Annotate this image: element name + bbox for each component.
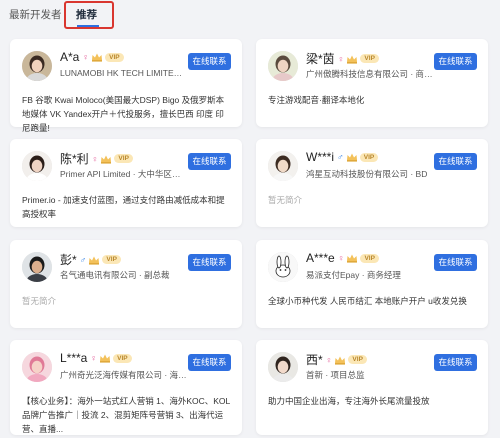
developer-intro: 暂无简介 <box>268 195 303 205</box>
avatar-image <box>22 51 52 81</box>
avatar[interactable] <box>22 151 52 181</box>
developer-card[interactable]: L***a ♀ VIP 广州奇光泛海传媒有限公司 · 海外... 在线联系 【核… <box>10 340 242 435</box>
crown-icon <box>101 155 112 164</box>
vip-badge: VIP <box>359 152 379 162</box>
developer-name: A***e <box>306 251 335 265</box>
avatar[interactable] <box>268 151 298 181</box>
avatar[interactable] <box>22 352 52 382</box>
contact-online-button[interactable]: 在线联系 <box>434 254 477 271</box>
developer-intro: 助力中国企业出海，专注海外长尾流量投放 <box>268 396 430 406</box>
developer-intro: 全球小币种代发 人民币结汇 本地账户开户 u收发兑换 <box>268 296 467 306</box>
developer-intro: Primer.io - 加速支付蓝图，通过支付路由减低成本和提高授权率 <box>22 195 225 219</box>
developer-card[interactable]: 陈*利 ♀ VIP Primer API Limited · 大中华区市场...… <box>10 139 242 227</box>
female-gender-icon: ♀ <box>82 52 90 62</box>
crown-icon <box>100 354 111 363</box>
name-row: 彭* ♂ VIP <box>60 251 121 268</box>
developer-name: 彭* <box>60 253 77 267</box>
company-title: 广州傲腾科技信息有限公司 · 商务... <box>306 69 434 79</box>
contact-online-button[interactable]: 在线联系 <box>188 153 231 170</box>
developer-name: L***a <box>60 351 88 365</box>
avatar-image <box>268 151 298 181</box>
avatar-image <box>268 51 298 81</box>
vip-badge: VIP <box>348 355 367 364</box>
developer-card[interactable]: 梁*茵 ♀ VIP 广州傲腾科技信息有限公司 · 商务... 在线联系 专注游戏… <box>256 39 488 127</box>
tab-latest-developers[interactable]: 最新开发者 <box>9 7 62 22</box>
developer-name: A*a <box>60 50 80 64</box>
avatar[interactable] <box>22 252 52 282</box>
avatar-image <box>22 252 52 282</box>
developer-name: 陈*利 <box>60 152 89 166</box>
developer-name: 梁*茵 <box>306 52 335 66</box>
vip-badge: VIP <box>113 353 132 363</box>
avatar[interactable] <box>268 352 298 382</box>
avatar[interactable] <box>22 51 52 81</box>
developer-intro: 专注游戏配音·翻译本地化 <box>268 95 365 105</box>
developer-card[interactable]: 彭* ♂ VIP 名气通电讯有限公司 · 副总裁 在线联系 暂无简介 <box>10 240 242 328</box>
name-row: L***a ♀ VIP <box>60 351 132 365</box>
company-title: Primer API Limited · 大中华区市场... <box>60 169 188 179</box>
crown-icon <box>346 153 357 162</box>
name-row: W***i ♂ VIP <box>306 150 379 164</box>
company-title: LUNAMOBI HK TECH LIMITED · ... <box>60 68 188 78</box>
female-gender-icon: ♀ <box>91 153 99 164</box>
company-title: 鸿星互动科技股份有限公司 · BD <box>306 169 428 179</box>
crown-icon <box>335 356 346 365</box>
company-title: 易派支付Epay · 商务经理 <box>306 270 401 280</box>
avatar[interactable] <box>268 252 298 282</box>
vip-badge: VIP <box>105 52 124 62</box>
male-gender-icon: ♂ <box>79 254 87 265</box>
contact-online-button[interactable]: 在线联系 <box>434 354 477 371</box>
avatar[interactable] <box>268 51 298 81</box>
tab-bar: 最新开发者 推荐 <box>0 0 500 34</box>
developer-name: W***i <box>306 150 335 164</box>
company-title: 首新 · 项目总监 <box>306 370 365 380</box>
vip-badge: VIP <box>360 253 379 263</box>
male-gender-icon: ♂ <box>337 152 344 162</box>
contact-online-button[interactable]: 在线联系 <box>188 53 231 70</box>
developer-name: 西* <box>306 353 323 367</box>
developer-intro: FB 谷歌 Kwai Moloco(美国最大DSP) Bigo 及俄罗斯本地媒体… <box>22 95 225 133</box>
avatar-image <box>22 352 52 382</box>
avatar-image <box>268 352 298 382</box>
name-row: A*a ♀ VIP <box>60 50 124 64</box>
vip-badge: VIP <box>360 54 379 63</box>
highlight-box <box>64 1 114 29</box>
company-title: 广州奇光泛海传媒有限公司 · 海外... <box>60 370 188 380</box>
female-gender-icon: ♀ <box>325 354 333 365</box>
female-gender-icon: ♀ <box>337 53 345 64</box>
crown-icon <box>347 55 358 64</box>
vip-badge: VIP <box>114 154 133 163</box>
name-row: A***e ♀ VIP <box>306 251 379 265</box>
crown-icon <box>89 256 100 265</box>
vip-badge: VIP <box>102 255 121 264</box>
developer-card[interactable]: W***i ♂ VIP 鸿星互动科技股份有限公司 · BD 在线联系 暂无简介 <box>256 139 488 227</box>
developer-card[interactable]: A*a ♀ VIP LUNAMOBI HK TECH LIMITED · ...… <box>10 39 242 133</box>
female-gender-icon: ♀ <box>337 253 345 263</box>
contact-online-button[interactable]: 在线联系 <box>188 254 231 271</box>
contact-online-button[interactable]: 在线联系 <box>434 53 477 70</box>
developer-card[interactable]: 西* ♀ VIP 首新 · 项目总监 在线联系 助力中国企业出海，专注海外长尾流… <box>256 340 488 435</box>
crown-icon <box>92 53 103 62</box>
developer-card[interactable]: A***e ♀ VIP 易派支付Epay · 商务经理 在线联系 全球小币种代发… <box>256 240 488 328</box>
avatar-image <box>268 252 298 282</box>
name-row: 陈*利 ♀ VIP <box>60 150 133 167</box>
name-row: 西* ♀ VIP <box>306 351 367 368</box>
contact-online-button[interactable]: 在线联系 <box>188 354 231 371</box>
developer-intro: 【核心业务】：海外一站式红人营销 1、海外KOC、KOL品牌广告推广｜投流 2、… <box>22 396 231 434</box>
crown-icon <box>347 254 358 263</box>
female-gender-icon: ♀ <box>90 353 98 363</box>
contact-online-button[interactable]: 在线联系 <box>434 153 477 170</box>
developer-intro: 暂无简介 <box>22 296 57 306</box>
name-row: 梁*茵 ♀ VIP <box>306 50 379 67</box>
company-title: 名气通电讯有限公司 · 副总裁 <box>60 270 170 280</box>
avatar-image <box>22 151 52 181</box>
